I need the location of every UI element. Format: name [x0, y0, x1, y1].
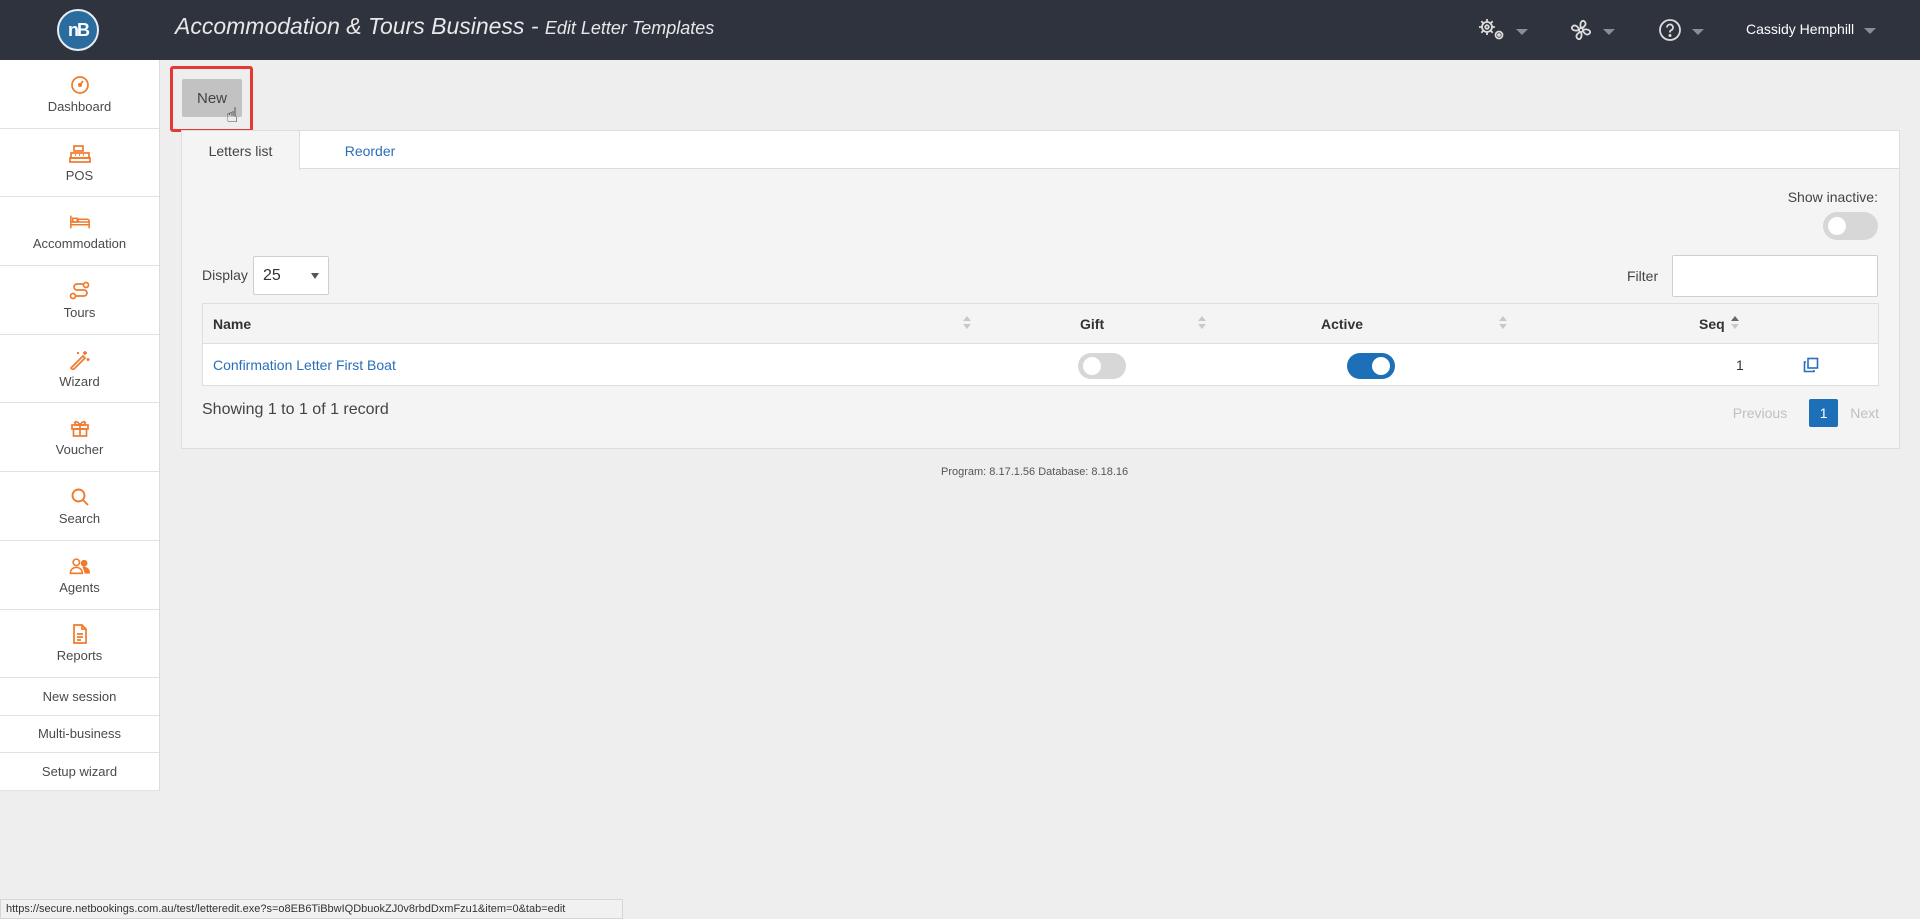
sidebar-item-label: Voucher — [55, 442, 104, 458]
sidebar-item-dashboard[interactable]: Dashboard — [0, 60, 159, 129]
table-header: Name Gift Active Seq — [203, 304, 1878, 344]
sort-icon[interactable] — [963, 316, 971, 332]
page-subtitle: Edit Letter Templates — [544, 18, 715, 38]
filter-label: Filter — [1627, 268, 1659, 284]
sort-icon[interactable] — [1198, 316, 1206, 332]
dropdown-arrow-icon — [311, 273, 319, 279]
sidebar-link-multi-business[interactable]: Multi-business — [0, 716, 159, 754]
chevron-down-icon — [1516, 29, 1528, 35]
tab-bar: Letters list Reorder — [182, 131, 1899, 170]
column-header-seq[interactable]: Seq — [1699, 304, 1725, 343]
sidebar-item-wizard[interactable]: Wizard — [0, 335, 159, 404]
show-inactive-label: Show inactive: — [1787, 189, 1878, 205]
tools-menu[interactable] — [1569, 18, 1615, 42]
copy-button[interactable] — [1803, 344, 1819, 385]
sidebar: Dashboard POS Accommodation Tours Wizard… — [0, 60, 160, 791]
sidebar-item-label: POS — [65, 167, 94, 183]
cash-register-icon — [68, 143, 91, 165]
fan-icon — [1570, 19, 1592, 41]
page-title: Accommodation & Tours Business - Edit Le… — [175, 13, 714, 40]
next-page-button[interactable]: Next — [1850, 405, 1879, 421]
sort-ascending-icon[interactable] — [1731, 316, 1739, 332]
gears-icon — [1479, 19, 1504, 40]
logo-text: nB — [68, 19, 90, 40]
users-icon — [69, 555, 91, 577]
sidebar-item-label: Reports — [56, 648, 103, 664]
sidebar-item-voucher[interactable]: Voucher — [0, 403, 159, 473]
toggle-knob — [1083, 357, 1101, 375]
tab-letters-list[interactable]: Letters list — [182, 131, 300, 170]
sidebar-item-pos[interactable]: POS — [0, 129, 159, 198]
sidebar-item-label: Search — [58, 510, 101, 526]
toggle-knob — [1828, 217, 1846, 235]
user-name: Cassidy Hemphill — [1746, 21, 1855, 37]
top-header: nB Accommodation & Tours Business - Edit… — [0, 0, 1920, 60]
sidebar-link-new-session[interactable]: New session — [0, 678, 159, 716]
column-header-gift[interactable]: Gift — [1080, 304, 1104, 343]
browser-status-bar: https://secure.netbookings.com.au/test/l… — [0, 899, 623, 919]
letter-name-link[interactable]: Confirmation Letter First Boat — [213, 357, 396, 373]
table-row: Confirmation Letter First Boat 1 — [203, 344, 1878, 385]
gift-icon — [69, 417, 91, 439]
chevron-down-icon — [1692, 29, 1704, 35]
seq-value: 1 — [1736, 356, 1744, 373]
sidebar-item-search[interactable]: Search — [0, 472, 159, 541]
help-icon — [1659, 19, 1681, 41]
report-icon — [69, 623, 91, 645]
sidebar-item-label: Accommodation — [32, 236, 127, 252]
records-summary: Showing 1 to 1 of 1 record — [202, 401, 389, 418]
copy-icon — [1803, 357, 1819, 372]
letters-panel: Letters list Reorder Show inactive: Disp… — [181, 130, 1900, 449]
dashboard-icon — [69, 74, 91, 96]
toggle-knob — [1372, 357, 1390, 375]
page-1-button[interactable]: 1 — [1809, 399, 1839, 427]
active-toggle[interactable] — [1347, 353, 1395, 379]
user-menu[interactable]: Cassidy Hemphill — [1746, 21, 1877, 37]
pagination: Previous 1 Next — [1733, 399, 1879, 427]
sidebar-item-label: Tours — [63, 304, 96, 320]
bed-icon — [69, 211, 91, 233]
sidebar-item-accommodation[interactable]: Accommodation — [0, 197, 159, 267]
previous-page-button[interactable]: Previous — [1733, 405, 1787, 421]
chevron-down-icon — [1603, 29, 1615, 35]
column-header-name[interactable]: Name — [213, 304, 251, 343]
magic-wand-icon — [69, 349, 91, 371]
chevron-down-icon — [1864, 28, 1877, 34]
filter-input[interactable] — [1672, 255, 1878, 297]
display-count-value: 25 — [263, 266, 281, 284]
new-button-highlight: New ☝ — [170, 66, 253, 132]
show-inactive-toggle[interactable] — [1823, 212, 1878, 240]
column-header-active[interactable]: Active — [1321, 304, 1363, 343]
gift-toggle[interactable] — [1078, 353, 1126, 379]
sidebar-item-label: Agents — [59, 579, 100, 595]
sidebar-item-agents[interactable]: Agents — [0, 541, 159, 610]
letters-table: Name Gift Active Seq Confirmation Letter… — [202, 303, 1879, 386]
sidebar-item-tours[interactable]: Tours — [0, 266, 159, 335]
route-icon — [69, 280, 91, 302]
search-icon — [69, 486, 91, 508]
hand-cursor-icon: ☝ — [226, 105, 239, 127]
sidebar-item-reports[interactable]: Reports — [0, 610, 159, 679]
app-logo[interactable]: nB — [57, 9, 99, 51]
settings-menu[interactable] — [1478, 18, 1528, 42]
tab-reorder[interactable]: Reorder — [322, 131, 418, 170]
sidebar-item-label: Dashboard — [47, 98, 112, 114]
business-name: Accommodation & Tours Business - — [175, 13, 539, 39]
sort-icon[interactable] — [1499, 316, 1507, 332]
help-menu[interactable] — [1658, 18, 1704, 42]
display-label: Display — [202, 267, 248, 283]
sidebar-item-label: Wizard — [59, 373, 100, 389]
display-count-select[interactable]: 25 — [253, 256, 329, 295]
sidebar-link-setup-wizard[interactable]: Setup wizard — [0, 753, 159, 791]
version-info: Program: 8.17.1.56 Database: 8.18.16 — [941, 466, 1129, 478]
